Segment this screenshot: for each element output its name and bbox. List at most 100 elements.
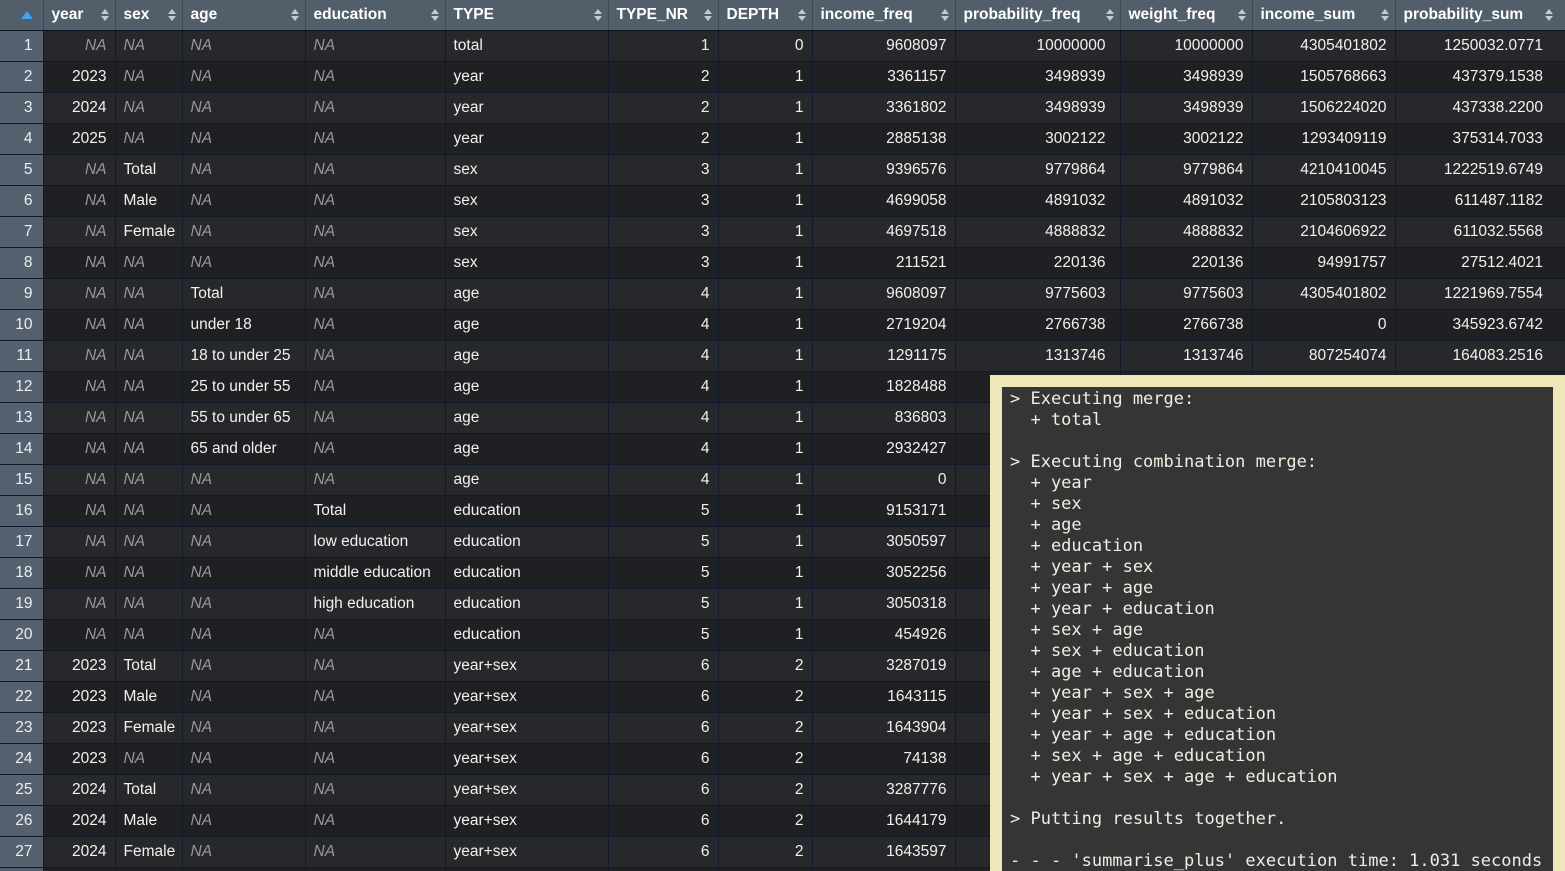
row-number: 12 bbox=[0, 372, 43, 403]
cell-TYPE_NR: 4 bbox=[608, 341, 718, 372]
column-header-label: income_sum bbox=[1261, 0, 1356, 30]
cell-probability_sum: 375314.7033 bbox=[1395, 124, 1565, 155]
cell-age: 25 to under 55 bbox=[182, 372, 305, 403]
column-header-year[interactable]: year bbox=[43, 0, 115, 31]
cell-income_sum: 1506224020 bbox=[1252, 93, 1395, 124]
cell-TYPE_NR: 1 bbox=[608, 31, 718, 62]
cell-weight_freq: 3498939 bbox=[1120, 62, 1252, 93]
cell-income_sum: 1505768663 bbox=[1252, 62, 1395, 93]
cell-education: middle education bbox=[305, 558, 445, 589]
cell-education: NA bbox=[305, 651, 445, 682]
cell-TYPE_NR: 6 bbox=[608, 837, 718, 868]
cell-probability_freq: 220136 bbox=[955, 248, 1120, 279]
cell-income_sum: 0 bbox=[1252, 310, 1395, 341]
cell-TYPE: year+sex bbox=[445, 806, 608, 837]
cell-sex: NA bbox=[115, 372, 182, 403]
column-header-probability_sum[interactable]: probability_sum bbox=[1395, 0, 1565, 31]
cell-TYPE: year bbox=[445, 62, 608, 93]
table-row: 7NAFemaleNANAsex314697518488883248888322… bbox=[0, 217, 1565, 248]
row-number: 1 bbox=[0, 31, 43, 62]
cell-year: 2024 bbox=[43, 868, 115, 871]
sort-arrows-icon bbox=[431, 9, 439, 21]
cell-education: NA bbox=[305, 620, 445, 651]
data-viewer: yearsexageeducationTYPETYPE_NRDEPTHincom… bbox=[0, 0, 1565, 871]
cell-DEPTH: 2 bbox=[718, 806, 812, 837]
cell-year: NA bbox=[43, 155, 115, 186]
sort-arrows-icon bbox=[1545, 9, 1553, 21]
cell-sex: NA bbox=[115, 341, 182, 372]
cell-year: NA bbox=[43, 465, 115, 496]
cell-probability_sum: 164083.2516 bbox=[1395, 341, 1565, 372]
column-header-label: sex bbox=[124, 0, 150, 30]
cell-age: NA bbox=[182, 465, 305, 496]
console-output-overlay: > Executing merge: + total> Executing co… bbox=[990, 375, 1565, 871]
cell-DEPTH: 1 bbox=[718, 310, 812, 341]
cell-age: NA bbox=[182, 496, 305, 527]
cell-age: NA bbox=[182, 775, 305, 806]
cell-DEPTH: 1 bbox=[718, 434, 812, 465]
column-header-probability_freq[interactable]: probability_freq bbox=[955, 0, 1120, 31]
cell-DEPTH: 2 bbox=[718, 744, 812, 775]
cell-TYPE_NR: 3 bbox=[608, 155, 718, 186]
cell-sex: Male bbox=[115, 186, 182, 217]
column-header-label: year bbox=[52, 0, 84, 30]
cell-income_freq: 3052256 bbox=[812, 558, 955, 589]
column-header-age[interactable]: age bbox=[182, 0, 305, 31]
cell-sex: NA bbox=[115, 62, 182, 93]
table-header: yearsexageeducationTYPETYPE_NRDEPTHincom… bbox=[0, 0, 1565, 31]
cell-sex: NA bbox=[115, 744, 182, 775]
column-header-DEPTH[interactable]: DEPTH bbox=[718, 0, 812, 31]
column-header-education[interactable]: education bbox=[305, 0, 445, 31]
column-header-income_freq[interactable]: income_freq bbox=[812, 0, 955, 31]
cell-weight_freq: 4888832 bbox=[1120, 217, 1252, 248]
cell-education: NA bbox=[305, 186, 445, 217]
cell-education: NA bbox=[305, 744, 445, 775]
cell-education: NA bbox=[305, 124, 445, 155]
cell-income_freq: 211521 bbox=[812, 248, 955, 279]
column-header-TYPE_NR[interactable]: TYPE_NR bbox=[608, 0, 718, 31]
cell-TYPE_NR: 5 bbox=[608, 589, 718, 620]
cell-DEPTH: 2 bbox=[718, 713, 812, 744]
cell-weight_freq: 2766738 bbox=[1120, 310, 1252, 341]
cell-sex: NA bbox=[115, 868, 182, 871]
cell-year: 2024 bbox=[43, 775, 115, 806]
cell-TYPE: sex bbox=[445, 248, 608, 279]
column-header-TYPE[interactable]: TYPE bbox=[445, 0, 608, 31]
cell-income_freq: 74026 bbox=[812, 868, 955, 871]
cell-income_freq: 2932427 bbox=[812, 434, 955, 465]
sort-ascending-icon bbox=[21, 11, 33, 19]
cell-income_freq: 74138 bbox=[812, 744, 955, 775]
console-line: - - - 'summarise_plus' execution time: 1… bbox=[1010, 851, 1553, 871]
cell-income_sum: 1293409119 bbox=[1252, 124, 1395, 155]
cell-age: NA bbox=[182, 651, 305, 682]
column-header-income_sum[interactable]: income_sum bbox=[1252, 0, 1395, 31]
cell-weight_freq: 9775603 bbox=[1120, 279, 1252, 310]
cell-probability_freq: 4891032 bbox=[955, 186, 1120, 217]
cell-year: 2024 bbox=[43, 837, 115, 868]
cell-income_freq: 454926 bbox=[812, 620, 955, 651]
row-number: 26 bbox=[0, 806, 43, 837]
column-header-sex[interactable]: sex bbox=[115, 0, 182, 31]
cell-income_freq: 4699058 bbox=[812, 186, 955, 217]
console-line: + total bbox=[1010, 410, 1553, 431]
cell-education: NA bbox=[305, 93, 445, 124]
cell-TYPE: age bbox=[445, 279, 608, 310]
cell-year: 2023 bbox=[43, 62, 115, 93]
cell-income_freq: 1291175 bbox=[812, 341, 955, 372]
cell-TYPE: year+sex bbox=[445, 713, 608, 744]
column-header-label: probability_sum bbox=[1404, 0, 1524, 30]
cell-DEPTH: 2 bbox=[718, 682, 812, 713]
cell-TYPE: age bbox=[445, 372, 608, 403]
cell-year: 2024 bbox=[43, 93, 115, 124]
cell-age: NA bbox=[182, 527, 305, 558]
cell-sex: NA bbox=[115, 124, 182, 155]
column-header-label: age bbox=[191, 0, 218, 30]
cell-sex: NA bbox=[115, 310, 182, 341]
cell-education: NA bbox=[305, 837, 445, 868]
row-number: 6 bbox=[0, 186, 43, 217]
cell-education: NA bbox=[305, 248, 445, 279]
column-header-weight_freq[interactable]: weight_freq bbox=[1120, 0, 1252, 31]
cell-sex: NA bbox=[115, 496, 182, 527]
console-line: + year + sex + age bbox=[1010, 683, 1553, 704]
row-number-header[interactable] bbox=[0, 0, 43, 31]
